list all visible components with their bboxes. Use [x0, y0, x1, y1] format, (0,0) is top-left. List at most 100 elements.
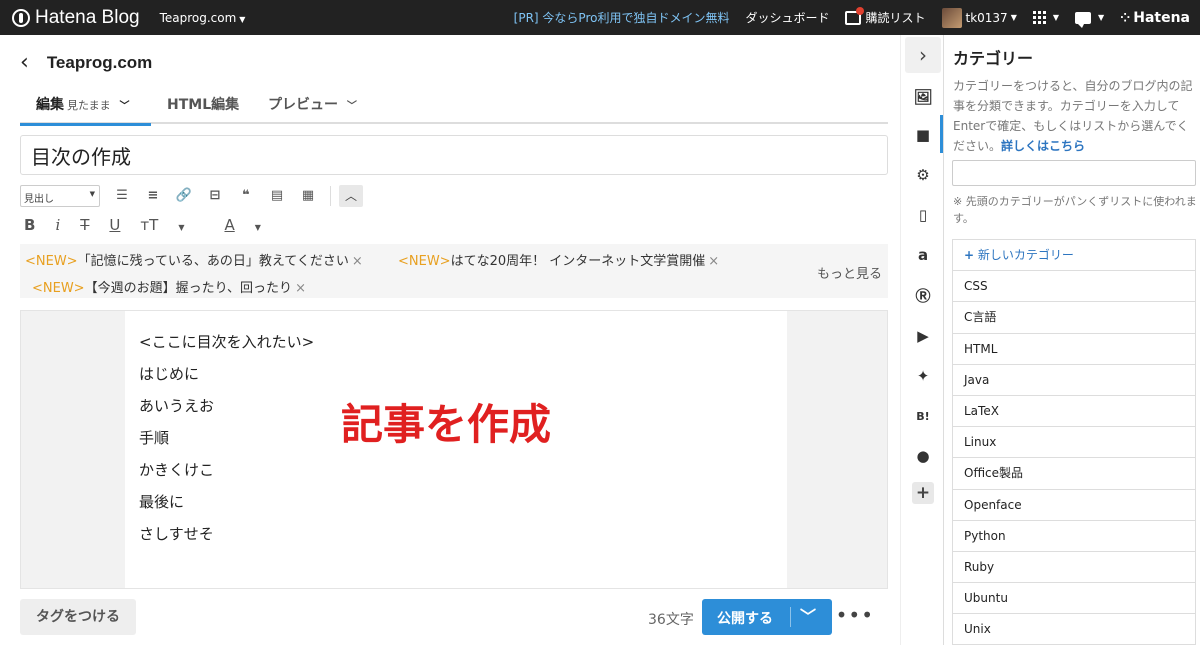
- underline-icon[interactable]: U: [109, 216, 120, 234]
- dashboard-link[interactable]: ダッシュボード: [745, 9, 829, 26]
- category-note: ※ 先頭のカテゴリーがパンくずリストに使われます。: [953, 195, 1197, 225]
- blog-title[interactable]: Teaprog.com: [47, 53, 152, 73]
- list-item[interactable]: Openface: [953, 490, 1195, 521]
- hatena-mark-icon: ⁘: [1120, 10, 1130, 25]
- list-item[interactable]: Office製品: [953, 458, 1195, 490]
- back-chevron-icon[interactable]: ‹: [20, 52, 29, 74]
- active-indicator: [940, 115, 943, 153]
- github-icon[interactable]: ●: [913, 446, 933, 466]
- list-item[interactable]: Ruby: [953, 552, 1195, 584]
- news-banner: <NEW>「記憶に残っている、あの日」教えてください × <NEW>はてな20周年…: [20, 244, 888, 298]
- category-input[interactable]: [952, 160, 1196, 186]
- tab-preview[interactable]: プレビュー ﹀: [268, 94, 357, 124]
- news-item[interactable]: <NEW>はてな20周年！ インターネット文学賞開催 ×: [398, 250, 719, 269]
- numbered-list-icon[interactable]: ≡: [144, 187, 162, 205]
- pr-link[interactable]: [PR] 今ならPro利用で独自ドメイン無料: [514, 9, 730, 26]
- more-news-link[interactable]: もっと見る: [817, 263, 882, 282]
- apps-menu[interactable]: ▼: [1032, 11, 1059, 24]
- header-menu: [PR] 今ならPro利用で独自ドメイン無料 ダッシュボード 購読リスト tk0…: [514, 0, 1200, 35]
- collapse-sidebar-chevron-icon[interactable]: ›: [905, 37, 941, 73]
- close-icon[interactable]: ×: [295, 281, 306, 296]
- text-color-icon-label: A: [224, 216, 235, 234]
- list-item[interactable]: Java: [953, 365, 1195, 396]
- font-size-icon[interactable]: тT ▼: [140, 216, 204, 234]
- caret-down-icon: ▼: [178, 223, 185, 232]
- new-category-button[interactable]: + 新しいカテゴリー: [953, 240, 1195, 272]
- close-icon[interactable]: ×: [352, 254, 363, 269]
- strikethrough-icon[interactable]: T: [80, 216, 89, 234]
- tab-preview-label: プレビュー: [268, 97, 338, 113]
- blog-selector[interactable]: Teaprog.com ▼: [160, 11, 246, 25]
- reader-link[interactable]: 購読リスト: [845, 6, 926, 26]
- add-tag-button[interactable]: タグをつける: [20, 599, 136, 635]
- category-panel-title: カテゴリー: [953, 49, 1034, 68]
- bullet-list-icon[interactable]: ☰: [113, 187, 131, 205]
- notifications-menu[interactable]: ▼: [1075, 11, 1104, 28]
- hatena-brand-link[interactable]: ⁘ Hatena: [1120, 10, 1190, 26]
- insert-more-icon[interactable]: ▦: [299, 187, 317, 205]
- editor-footer: タグをつける 36文字 公開する ﹀ •••: [20, 599, 888, 635]
- new-badge: <NEW>: [398, 254, 451, 269]
- collapse-toolbar-button[interactable]: ︿: [339, 185, 363, 207]
- hatena-blog-logo[interactable]: Hatena Blog: [12, 7, 140, 29]
- list-item[interactable]: Unix: [953, 614, 1195, 645]
- publish-button[interactable]: 公開する ﹀: [702, 599, 832, 635]
- list-item[interactable]: Python: [953, 521, 1195, 552]
- news-item[interactable]: <NEW>「記憶に残っている、あの日」教えてください ×: [25, 250, 363, 269]
- bold-icon[interactable]: B: [24, 216, 35, 234]
- username: tk0137: [965, 10, 1008, 25]
- photo-icon[interactable]: 🖼: [913, 87, 933, 107]
- list-item[interactable]: CSS: [953, 271, 1195, 303]
- amazon-icon[interactable]: a: [913, 245, 933, 265]
- body-line: はじめに: [139, 365, 200, 383]
- reader-label: 購読リスト: [865, 11, 926, 25]
- news-text: 「記憶に残っている、あの日」教えてください: [77, 254, 349, 269]
- tab-edit-label: 編集: [36, 97, 64, 113]
- gear-icon[interactable]: ⚙: [913, 165, 933, 185]
- tab-edit[interactable]: 編集 見たまま ﹀: [20, 94, 151, 126]
- char-count: 36文字: [648, 612, 694, 628]
- hatena-blog-logo-icon: [12, 8, 30, 27]
- add-plugin-icon[interactable]: +: [912, 482, 934, 504]
- details-link[interactable]: 詳しくはこちら: [1001, 139, 1085, 153]
- text-color-icon[interactable]: A ▼: [224, 216, 280, 234]
- chevron-down-icon[interactable]: ﹀: [800, 603, 816, 627]
- chat-icon: [1075, 11, 1092, 28]
- twitter-icon[interactable]: ✦: [913, 366, 933, 386]
- list-item[interactable]: HTML: [953, 334, 1195, 365]
- editor-pane: ‹ Teaprog.com 編集見たまま ﹀ HTML編集 プレビュー ﹀ 見出…: [0, 35, 900, 645]
- tab-html[interactable]: HTML編集: [167, 94, 239, 124]
- news-text: はてな20周年！ インターネット文学賞開催: [450, 254, 706, 269]
- heading-select[interactable]: 見出し ▼: [20, 185, 100, 207]
- new-badge: <NEW>: [32, 281, 85, 296]
- more-options-button[interactable]: •••: [836, 603, 874, 627]
- notification-dot: [856, 6, 865, 15]
- grid-icon: [1032, 11, 1046, 24]
- italic-icon[interactable]: i: [55, 216, 60, 234]
- heading-select-value: 見出し: [24, 194, 54, 205]
- hatena-brand-label: Hatena: [1133, 9, 1190, 26]
- document-icon[interactable]: ▯: [913, 205, 933, 225]
- table-icon[interactable]: ▤: [268, 187, 286, 205]
- list-item[interactable]: Ubuntu: [953, 583, 1195, 615]
- list-item[interactable]: Linux: [953, 427, 1195, 459]
- close-icon[interactable]: ×: [708, 254, 719, 269]
- folder-icon[interactable]: ■: [913, 125, 933, 145]
- news-item[interactable]: <NEW>【今週のお題】握ったり、回ったり ×: [32, 277, 306, 296]
- youtube-icon[interactable]: ▶: [913, 326, 933, 346]
- annotation-label: 記事を作成: [341, 400, 552, 449]
- link-icon[interactable]: 🔗: [175, 187, 193, 205]
- hatena-bookmark-icon[interactable]: B!: [913, 407, 933, 427]
- caret-down-icon: ▼: [1010, 13, 1017, 22]
- quote-icon[interactable]: ❝: [237, 187, 255, 205]
- list-item[interactable]: C言語: [953, 302, 1195, 334]
- body-line: <ここに目次を入れたい>: [139, 333, 315, 351]
- chevron-down-icon: ﹀: [119, 101, 130, 112]
- user-menu[interactable]: tk0137 ▼: [941, 7, 1017, 28]
- rakuten-icon[interactable]: Ⓡ: [913, 286, 933, 306]
- title-input[interactable]: [20, 135, 888, 175]
- article-body-editor[interactable]: <ここに目次を入れたい> はじめに あいうえお 手順 かきくけこ 最後に さしす…: [20, 310, 888, 589]
- horizontal-rule-icon[interactable]: ⊟: [206, 187, 224, 205]
- list-item[interactable]: LaTeX: [953, 396, 1195, 428]
- editor-tabs: 編集 見たまま ﹀ HTML編集 プレビュー ﹀: [20, 90, 888, 126]
